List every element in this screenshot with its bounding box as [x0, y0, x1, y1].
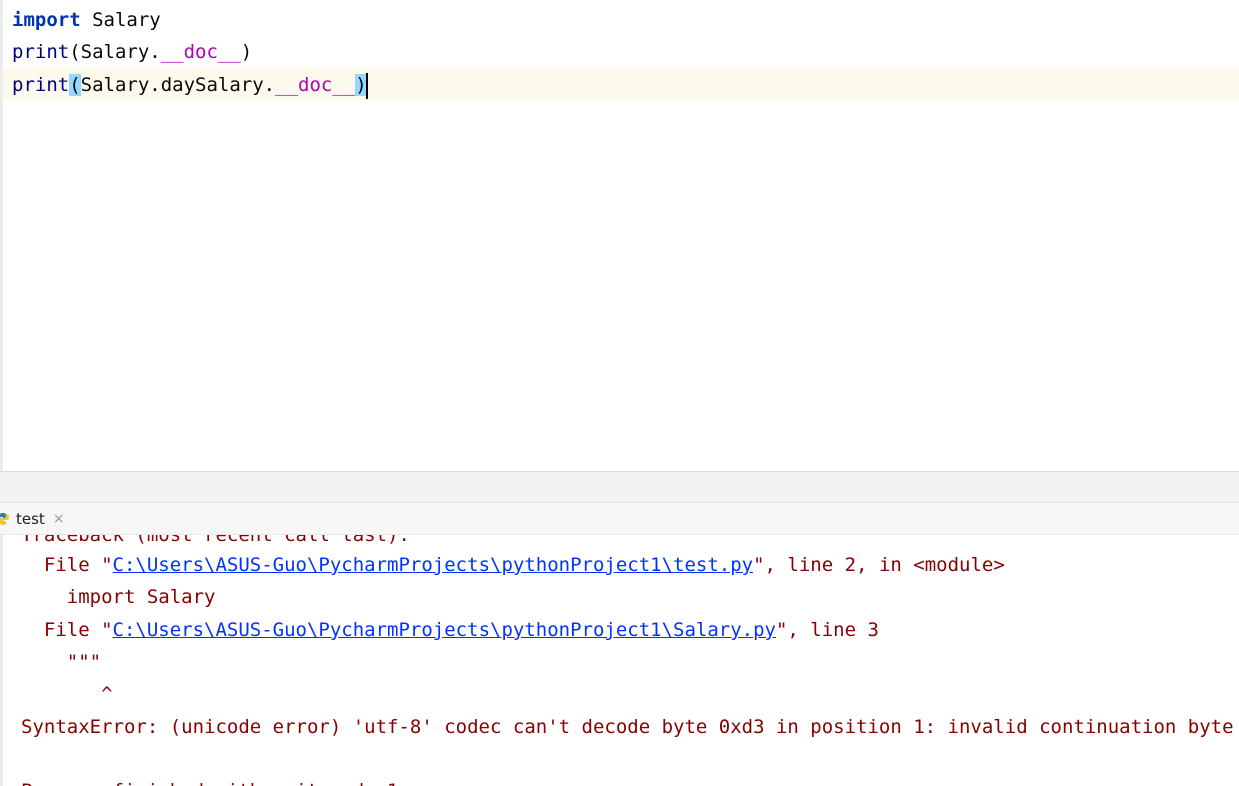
console-line-caret: ^: [21, 683, 113, 705]
close-icon[interactable]: ×: [53, 511, 65, 527]
code-line-1[interactable]: import Salary: [12, 4, 161, 36]
console-line-file2: File "C:\Users\ASUS-Guo\PycharmProjects\…: [21, 614, 879, 646]
python-icon: [0, 513, 9, 525]
file-prefix: File ": [21, 619, 113, 641]
file-suffix: ", line 2, in <module>: [753, 554, 1005, 576]
open-paren-matched: (: [69, 74, 81, 96]
run-tab-label: test: [16, 510, 45, 528]
file-link-salary-py[interactable]: C:\Users\ASUS-Guo\PycharmProjects\python…: [113, 619, 776, 641]
keyword-import: import: [12, 9, 81, 31]
file-link-test-py[interactable]: C:\Users\ASUS-Guo\PycharmProjects\python…: [113, 554, 754, 576]
file-suffix: ", line 3: [775, 619, 879, 641]
console-line-exit: Process finished with exit code 1: [21, 775, 399, 786]
text-caret: [365, 72, 368, 99]
code-line-3[interactable]: print(Salary.daySalary.__doc__): [12, 69, 368, 101]
panel-splitter[interactable]: [0, 471, 1239, 503]
module-name: Salary: [80, 9, 161, 31]
call-args: (Salary.: [69, 41, 161, 63]
run-tool-window-tabs: test ×: [0, 503, 1239, 535]
code-editor[interactable]: import Salary print(Salary.__doc__) prin…: [0, 0, 1239, 471]
print-call: print: [12, 41, 70, 63]
code-line-2[interactable]: print(Salary.__doc__): [12, 36, 252, 68]
close-paren: ): [240, 41, 253, 63]
call-args: Salary.daySalary.: [80, 74, 276, 96]
file-prefix: File ": [21, 554, 113, 576]
run-console-output[interactable]: Traceback (most recent call last): File …: [0, 535, 1239, 786]
run-tab-test[interactable]: test ×: [0, 503, 71, 535]
print-call: print: [12, 74, 70, 96]
console-line-code1: import Salary: [21, 586, 216, 608]
console-line-error: SyntaxError: (unicode error) 'utf-8' cod…: [21, 716, 1234, 738]
console-line-file1: File "C:\Users\ASUS-Guo\PycharmProjects\…: [21, 549, 1005, 581]
console-line-code2: """: [21, 651, 102, 673]
doc-attribute: __doc__: [275, 74, 356, 96]
doc-attribute: __doc__: [160, 41, 241, 63]
